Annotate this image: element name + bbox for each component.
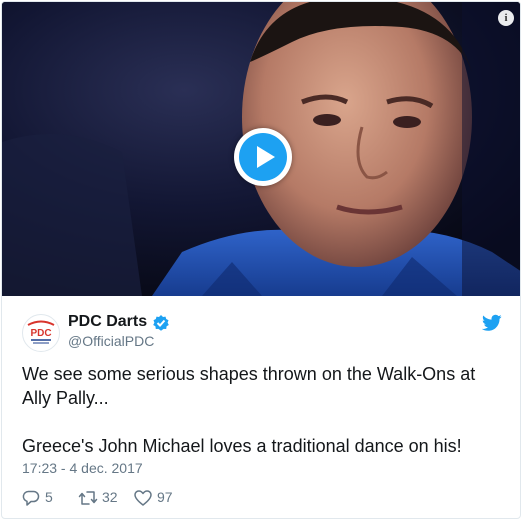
pdc-logo-icon: PDC <box>24 316 58 350</box>
play-icon <box>239 133 287 181</box>
reply-icon <box>22 490 40 506</box>
retweet-button[interactable]: 32 <box>78 488 138 508</box>
avatar[interactable]: PDC <box>22 314 60 352</box>
reply-count: 5 <box>45 489 53 505</box>
retweet-icon <box>78 491 98 505</box>
heart-icon <box>134 490 152 506</box>
like-count: 97 <box>157 489 173 505</box>
info-icon[interactable]: i <box>498 10 514 26</box>
tweet-timestamp[interactable]: 17:23 - 4 dec. 2017 <box>22 460 143 476</box>
reply-button[interactable]: 5 <box>22 488 62 508</box>
video-player[interactable]: i <box>2 2 520 296</box>
tweet-embed: i PDC PDC Darts @OfficialPDC We see some… <box>1 1 521 519</box>
verified-badge-icon <box>153 315 169 331</box>
like-button[interactable]: 97 <box>134 488 194 508</box>
play-button[interactable] <box>234 128 292 186</box>
avatar-logo-text: PDC <box>30 328 51 339</box>
author-handle[interactable]: @OfficialPDC <box>68 333 154 349</box>
tweet-paragraph: Greece's John Michael loves a traditiona… <box>22 436 462 456</box>
retweet-count: 32 <box>102 489 118 505</box>
tweet-paragraph: We see some serious shapes thrown on the… <box>22 364 476 408</box>
tweet-text: We see some serious shapes thrown on the… <box>22 362 492 458</box>
twitter-bird-icon[interactable] <box>482 314 502 332</box>
author-name[interactable]: PDC Darts <box>68 313 147 331</box>
tweet-header: PDC PDC Darts @OfficialPDC <box>22 312 502 352</box>
